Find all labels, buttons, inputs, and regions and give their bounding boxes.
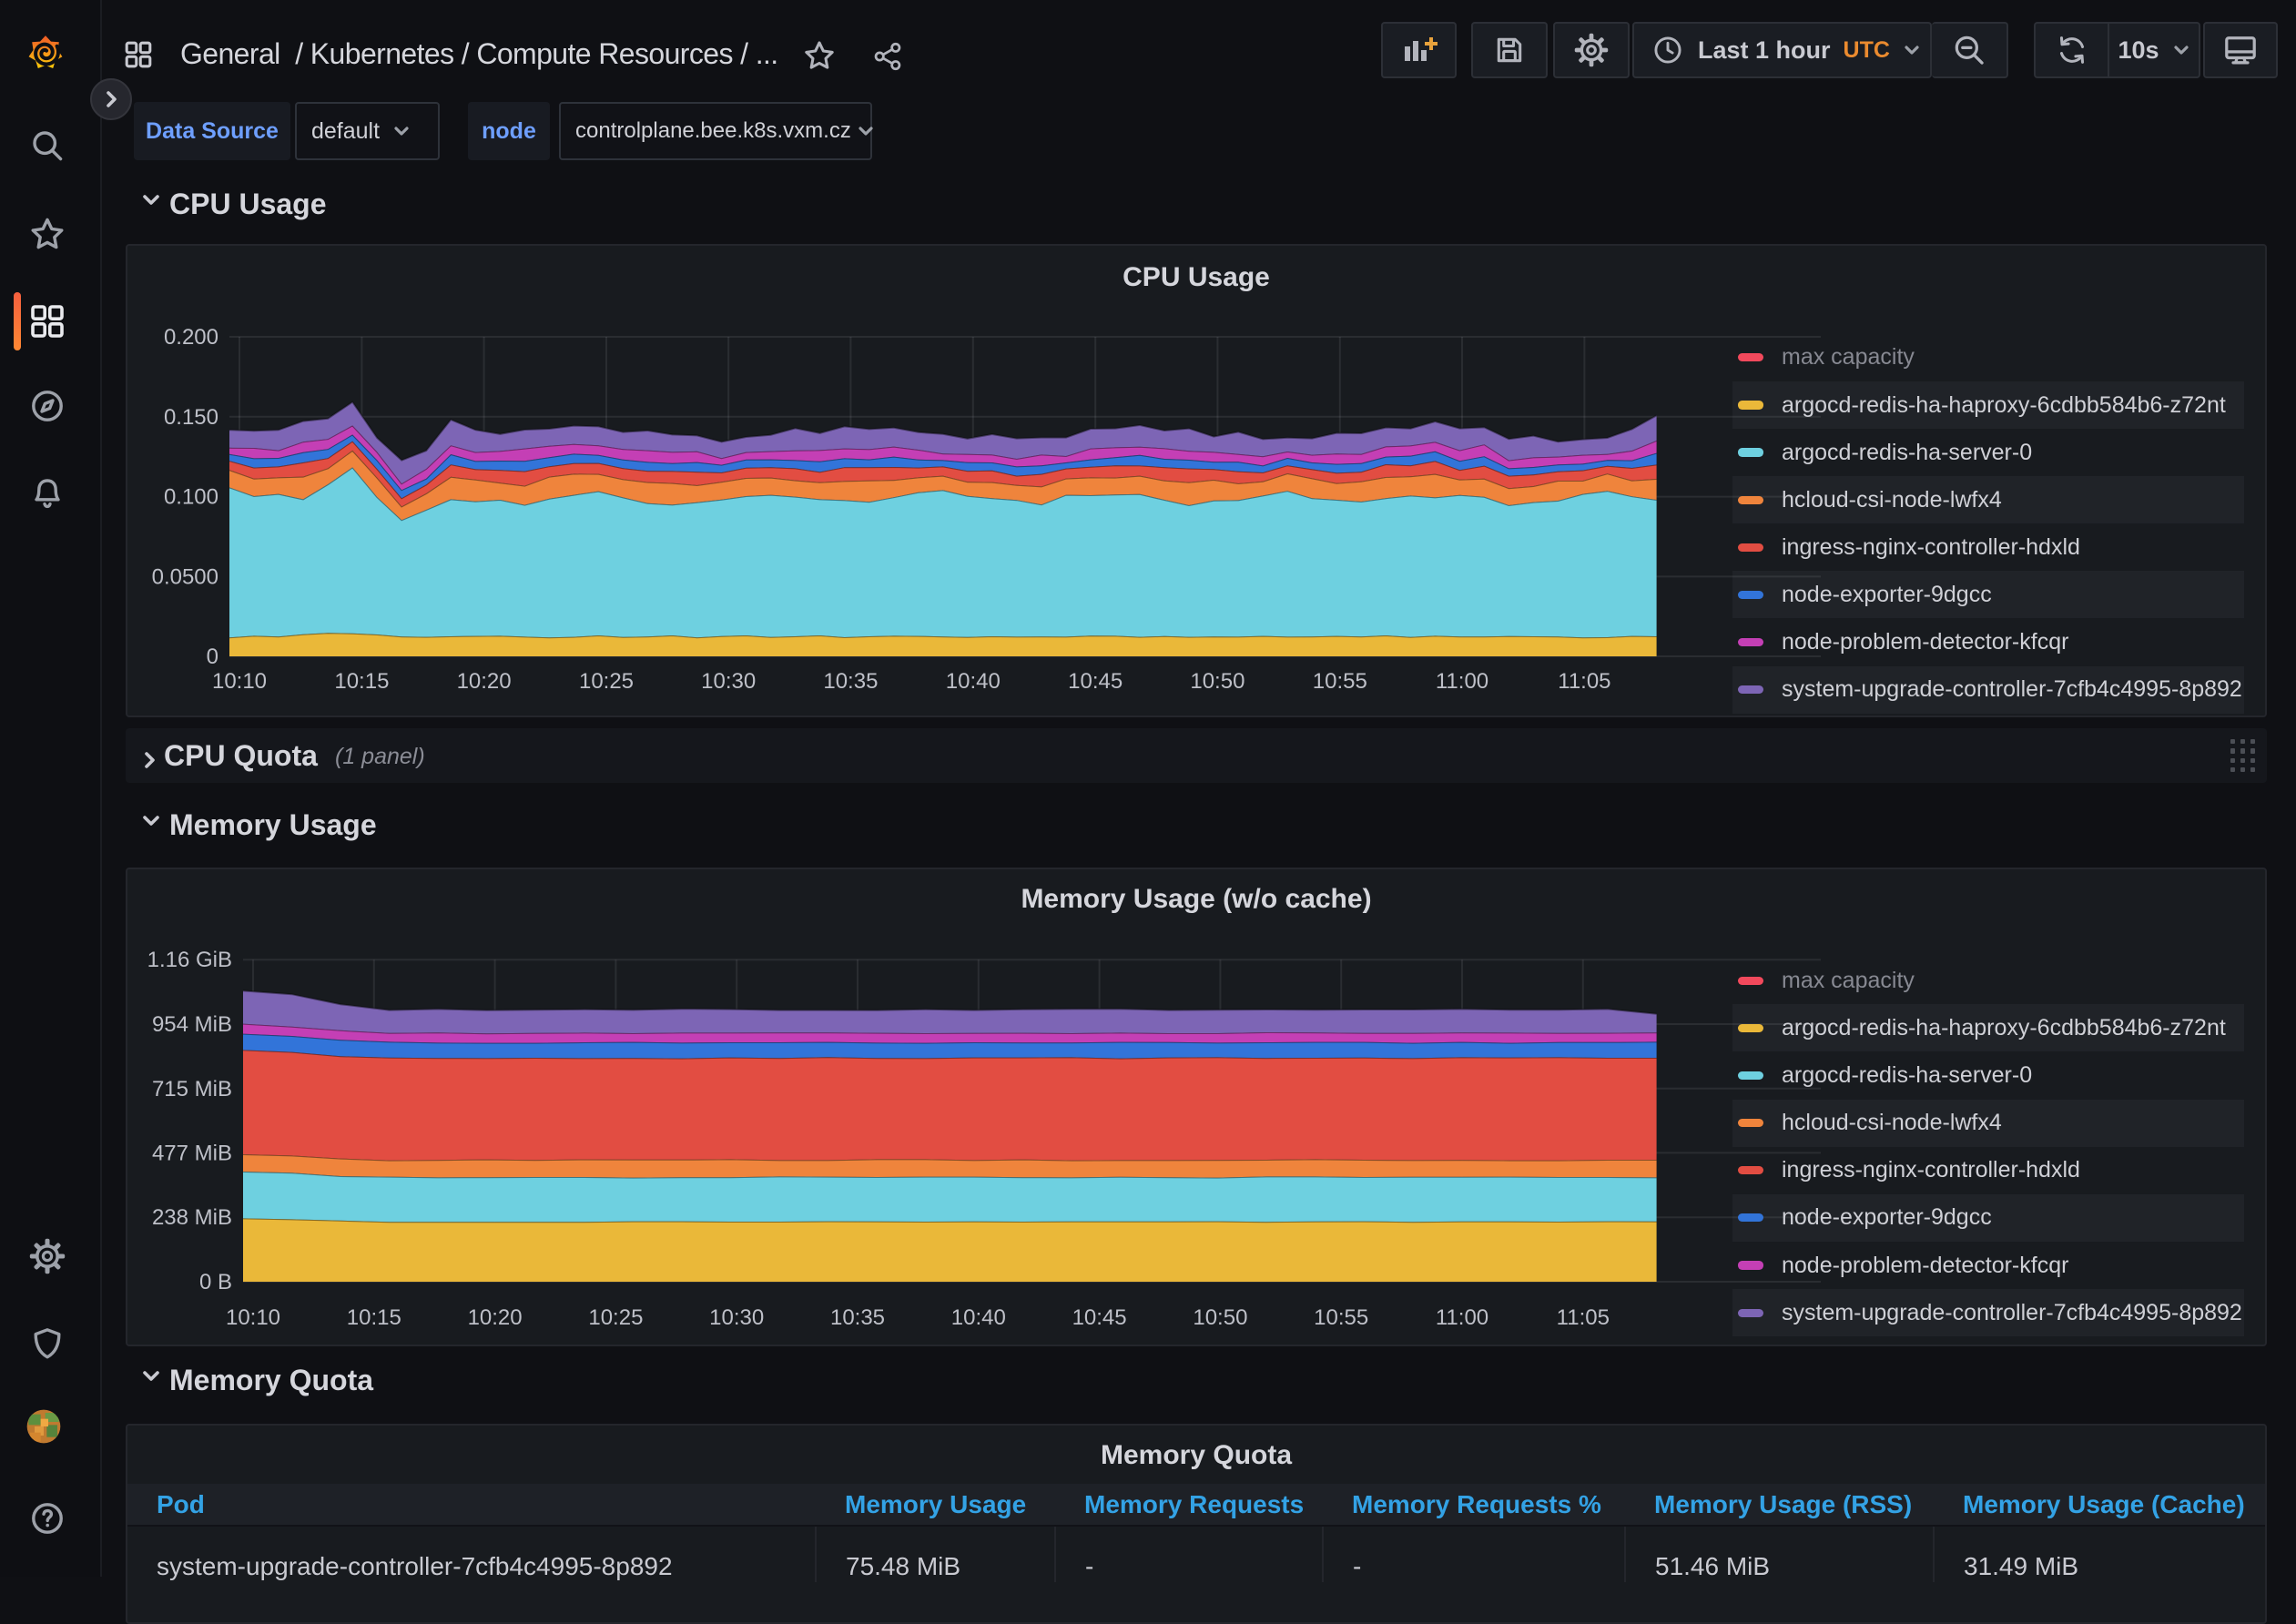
svg-text:10:30: 10:30 bbox=[709, 1305, 764, 1330]
svg-text:10:50: 10:50 bbox=[1190, 669, 1245, 694]
svg-text:10:50: 10:50 bbox=[1193, 1305, 1247, 1330]
svg-text:10:40: 10:40 bbox=[951, 1305, 1006, 1330]
svg-text:715 MiB: 715 MiB bbox=[152, 1077, 232, 1101]
svg-text:11:00: 11:00 bbox=[1436, 1305, 1488, 1330]
svg-text:10:55: 10:55 bbox=[1314, 1305, 1368, 1330]
svg-text:11:05: 11:05 bbox=[1558, 669, 1610, 694]
svg-text:10:10: 10:10 bbox=[212, 669, 267, 694]
svg-text:954 MiB: 954 MiB bbox=[152, 1012, 232, 1037]
svg-text:10:15: 10:15 bbox=[334, 669, 389, 694]
svg-text:11:00: 11:00 bbox=[1436, 669, 1488, 694]
svg-text:11:05: 11:05 bbox=[1557, 1305, 1610, 1330]
svg-text:0.100: 0.100 bbox=[164, 485, 218, 510]
svg-text:10:20: 10:20 bbox=[457, 669, 512, 694]
svg-text:0 B: 0 B bbox=[199, 1270, 232, 1294]
svg-text:10:10: 10:10 bbox=[226, 1305, 280, 1330]
svg-text:10:35: 10:35 bbox=[830, 1305, 885, 1330]
svg-text:10:20: 10:20 bbox=[468, 1305, 523, 1330]
svg-text:10:40: 10:40 bbox=[946, 669, 1001, 694]
svg-text:10:25: 10:25 bbox=[588, 1305, 643, 1330]
svg-text:0.0500: 0.0500 bbox=[152, 564, 218, 589]
svg-text:1.16 GiB: 1.16 GiB bbox=[147, 948, 232, 972]
svg-text:10:15: 10:15 bbox=[347, 1305, 401, 1330]
svg-text:477 MiB: 477 MiB bbox=[152, 1141, 232, 1165]
svg-text:10:45: 10:45 bbox=[1072, 1305, 1127, 1330]
svg-text:0.150: 0.150 bbox=[164, 405, 218, 430]
svg-text:10:45: 10:45 bbox=[1068, 669, 1123, 694]
svg-text:0: 0 bbox=[207, 645, 218, 669]
svg-text:10:35: 10:35 bbox=[823, 669, 878, 694]
svg-text:10:30: 10:30 bbox=[701, 669, 756, 694]
svg-text:238 MiB: 238 MiB bbox=[152, 1205, 232, 1230]
svg-text:10:55: 10:55 bbox=[1313, 669, 1367, 694]
svg-text:10:25: 10:25 bbox=[579, 669, 634, 694]
svg-text:0.200: 0.200 bbox=[164, 325, 218, 350]
